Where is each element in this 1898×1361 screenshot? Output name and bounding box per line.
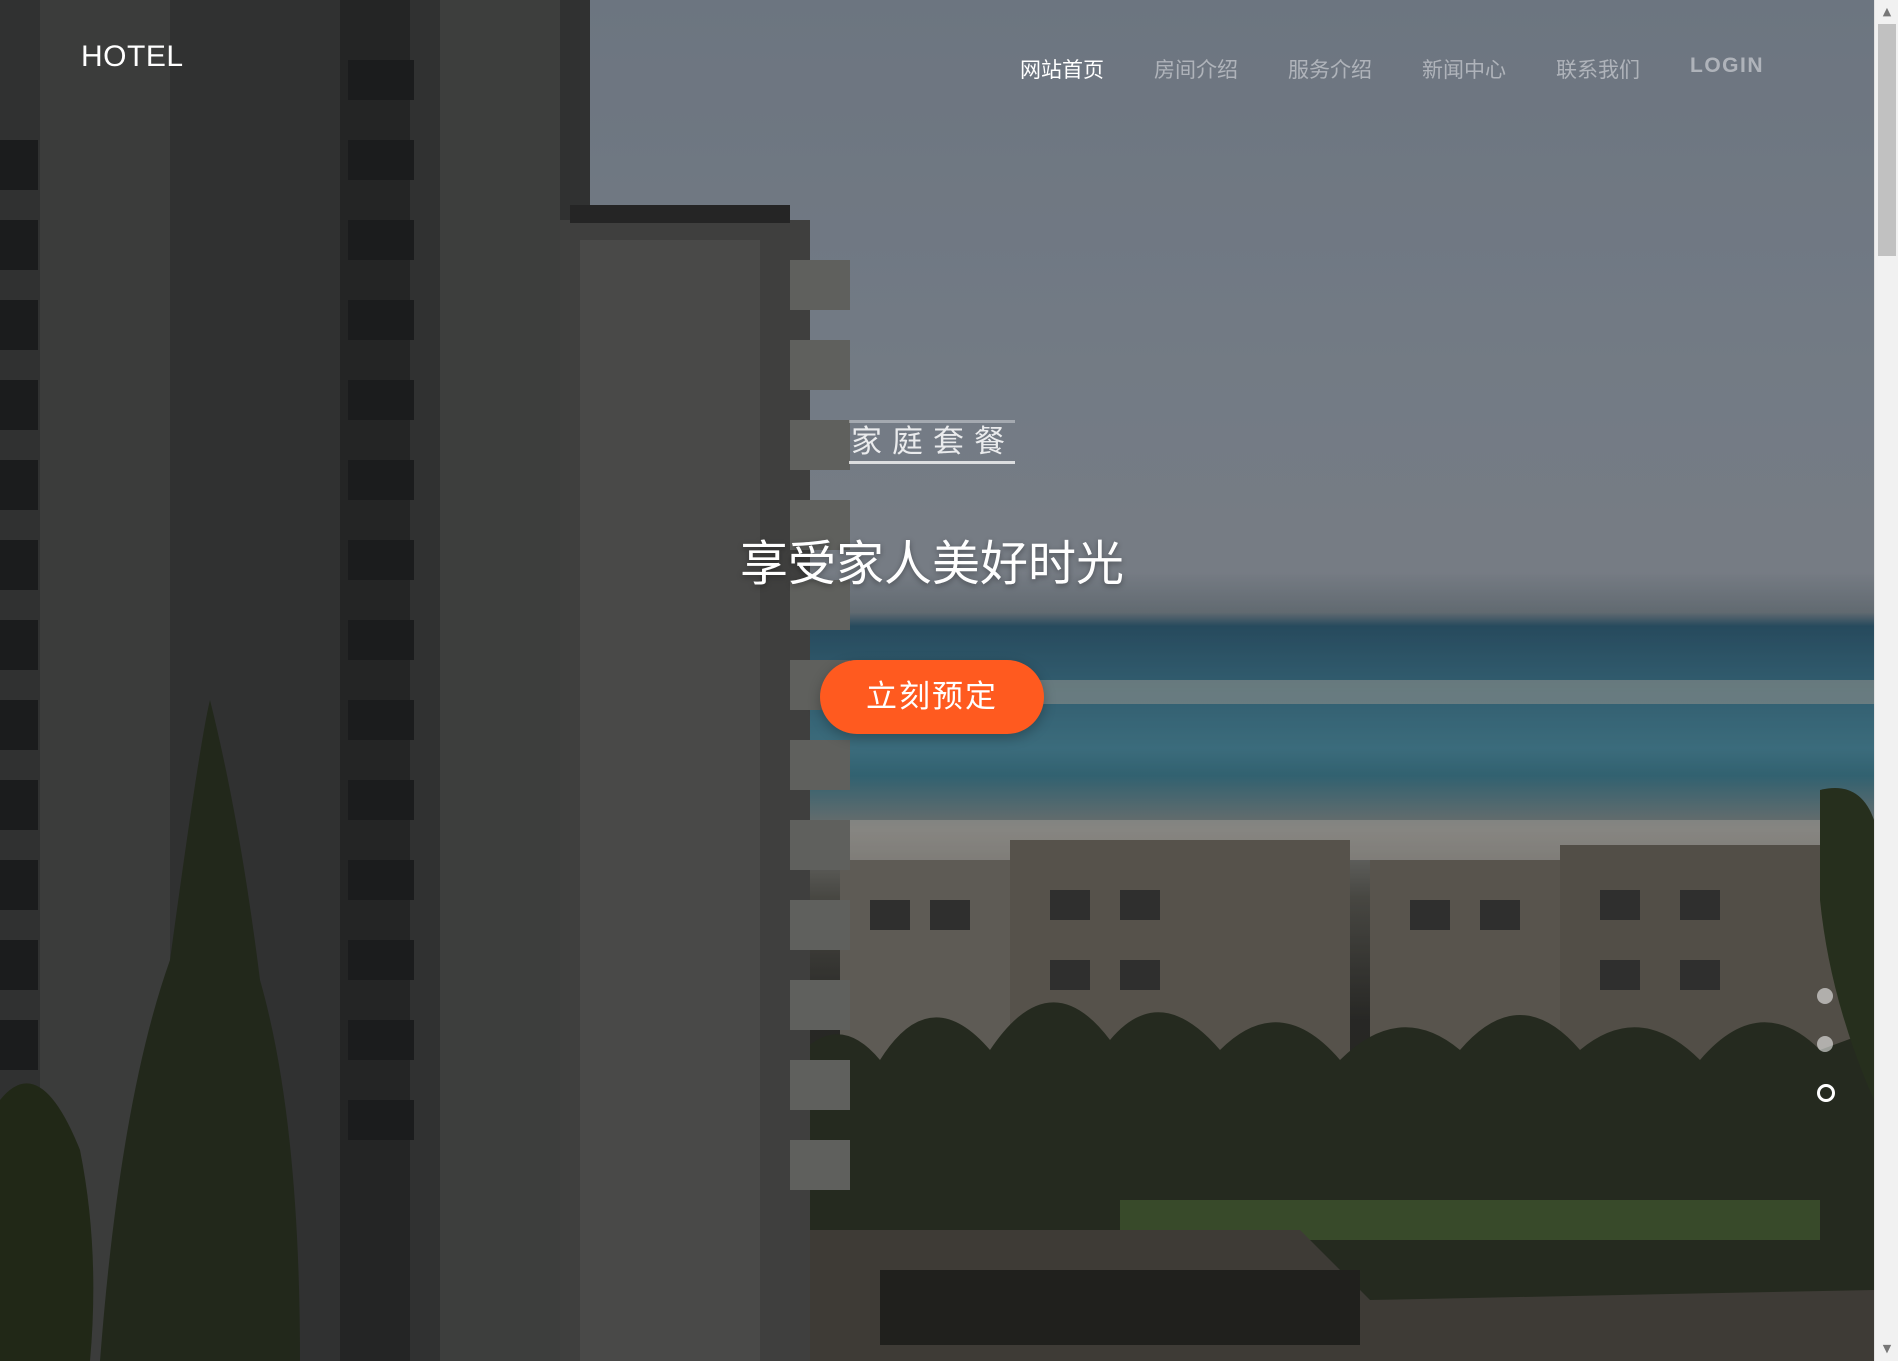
main-nav: 网站首页 房间介绍 服务介绍 新闻中心 联系我们 LOGIN xyxy=(970,54,1764,84)
nav-item-services[interactable]: 服务介绍 xyxy=(1288,54,1372,84)
hero-content: 家庭套餐 享受家人美好时光 立刻预定 xyxy=(0,420,1869,734)
nav-item-rooms[interactable]: 房间介绍 xyxy=(1154,54,1238,84)
scrollbar-thumb[interactable] xyxy=(1878,24,1896,256)
slider-dot-1[interactable] xyxy=(1817,988,1833,1004)
page-viewport: HOTEL 网站首页 房间介绍 服务介绍 新闻中心 联系我们 LOGIN 家庭套… xyxy=(0,0,1874,1361)
nav-item-login[interactable]: LOGIN xyxy=(1690,54,1764,84)
nav-item-news[interactable]: 新闻中心 xyxy=(1422,54,1506,84)
site-logo[interactable]: HOTEL xyxy=(81,40,184,74)
nav-item-contact[interactable]: 联系我们 xyxy=(1556,54,1640,84)
slider-dot-2[interactable] xyxy=(1817,1036,1833,1052)
slider-pagination xyxy=(1817,988,1835,1134)
scroll-up-arrow-icon[interactable]: ▲ xyxy=(1875,0,1898,24)
hero-title: 享受家人美好时光 xyxy=(739,536,1124,592)
hero-tag: 家庭套餐 xyxy=(849,420,1015,464)
book-now-button[interactable]: 立刻预定 xyxy=(820,660,1044,734)
nav-item-home[interactable]: 网站首页 xyxy=(1020,54,1104,84)
vertical-scrollbar[interactable]: ▲ ▼ xyxy=(1874,0,1898,1361)
slider-dot-3[interactable] xyxy=(1817,1084,1835,1102)
scroll-down-arrow-icon[interactable]: ▼ xyxy=(1875,1337,1898,1361)
